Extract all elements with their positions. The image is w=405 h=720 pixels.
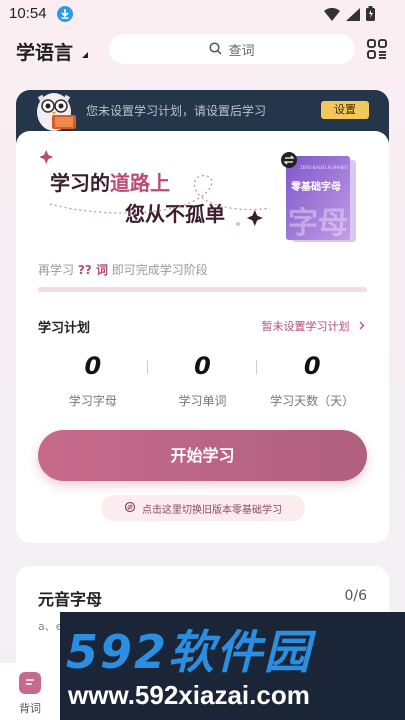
menu-grid-icon[interactable] — [366, 38, 388, 64]
header: 学语言 查词 — [0, 30, 405, 70]
status-time: 10:54 — [9, 5, 47, 22]
site-watermark: 592软件园 www.592xiazai.com — [60, 612, 405, 720]
dotted-path-decoration — [40, 150, 271, 226]
vowel-title: 元音字母 — [38, 590, 103, 609]
stat-days: 0 学习天数（天） — [257, 352, 367, 412]
plan-settings-link[interactable]: 暂未设置学习计划 — [262, 318, 366, 334]
alphabet-book-cover[interactable]: ZERO-BASED ALPHABET 零基础字母 字母 — [280, 150, 364, 250]
switch-version-button[interactable]: 点击这里切换旧版本零基础学习 — [101, 495, 305, 521]
stat-words: 0 学习单词 — [148, 352, 258, 412]
search-placeholder: 查词 — [228, 43, 255, 59]
stat-value: 0 — [84, 352, 102, 380]
stat-label: 学习天数（天） — [270, 394, 355, 408]
book-watermark-text: 字母 — [288, 206, 348, 241]
watermark-url: www.592xiazai.com — [68, 680, 310, 710]
switch-icon — [124, 501, 136, 516]
search-input[interactable]: 查词 — [109, 34, 355, 64]
signal-icon — [346, 6, 360, 25]
progress-hint: 再学习 ?? 词 即可完成学习阶段 — [38, 261, 208, 278]
tab-label: 背词 — [19, 702, 41, 715]
banner-message: 您未设置学习计划，请设置后学习 — [86, 104, 267, 118]
stat-letters: 0 学习字母 — [38, 352, 148, 412]
chevron-right-icon — [359, 320, 365, 333]
vowel-letters: a、e — [38, 620, 63, 633]
vowel-count: 0/6 — [344, 588, 367, 604]
stat-value: 0 — [194, 352, 211, 380]
progress-bar — [38, 287, 367, 292]
plan-title: 学习计划 — [38, 321, 91, 336]
progress-suffix: 即可完成学习阶段 — [111, 263, 208, 277]
set-plan-button[interactable]: 设置 — [321, 101, 369, 119]
stat-value: 0 — [303, 352, 321, 380]
progress-count: ?? 词 — [77, 263, 108, 277]
plan-link-label: 暂未设置学习计划 — [261, 320, 350, 333]
caret-down-icon[interactable] — [82, 52, 88, 58]
plan-stats: 0 学习字母 0 学习单词 0 学习天数（天） — [38, 352, 367, 412]
battery-icon — [366, 6, 375, 25]
status-bar: 10:54 — [0, 0, 405, 30]
tab-vocabulary[interactable]: 背词 — [0, 663, 60, 720]
watermark-title: 592软件园 — [66, 625, 313, 679]
language-selector[interactable]: 学语言 — [16, 38, 73, 65]
book-title: 零基础字母 — [291, 182, 341, 193]
start-learning-button[interactable]: 开始学习 — [38, 430, 367, 481]
book-subtitle: ZERO-BASED ALPHABET — [300, 165, 349, 170]
stat-label: 学习字母 — [68, 394, 117, 408]
book-icon — [19, 672, 41, 694]
switch-version-label: 点击这里切换旧版本零基础学习 — [142, 504, 282, 516]
stat-label: 学习单词 — [178, 394, 227, 408]
progress-prefix: 再学习 — [38, 263, 75, 277]
wifi-icon — [324, 6, 340, 25]
owl-mascot-icon — [34, 84, 80, 138]
download-icon — [57, 6, 73, 22]
search-icon — [209, 40, 223, 59]
